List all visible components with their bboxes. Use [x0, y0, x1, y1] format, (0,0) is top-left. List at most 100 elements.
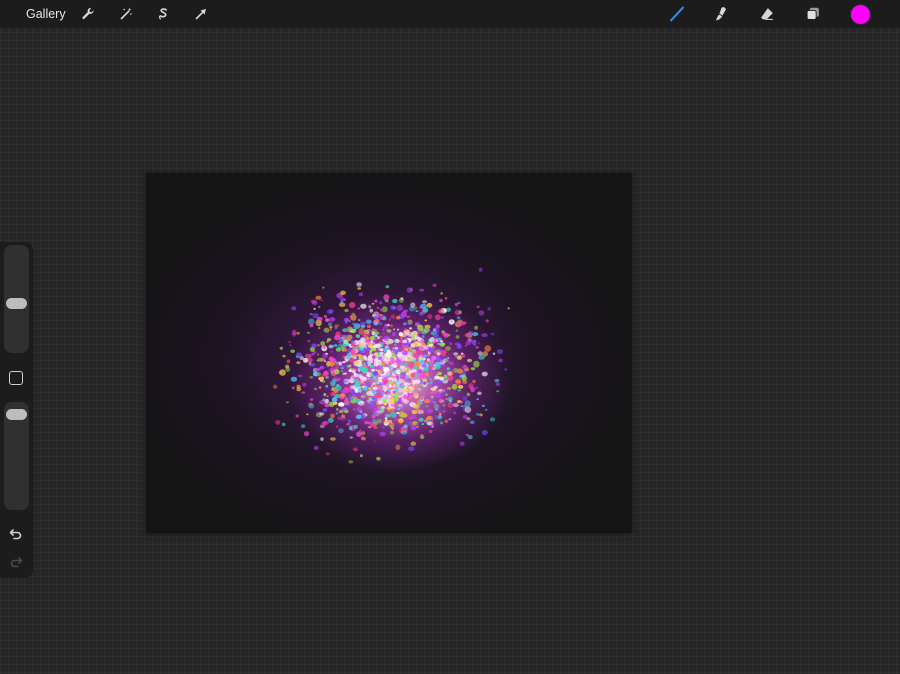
undo-icon[interactable] [8, 526, 24, 542]
glitter-dot [461, 354, 466, 358]
glitter-dot [282, 354, 286, 358]
brush-opacity-slider[interactable] [4, 402, 29, 510]
glitter-dot [309, 376, 314, 379]
glitter-dot [424, 319, 428, 322]
glitter-dot [413, 365, 419, 370]
glitter-dot [338, 377, 341, 381]
glitter-dot [382, 326, 388, 330]
glitter-dot [389, 396, 395, 402]
glitter-dot [453, 411, 456, 415]
glitter-dot [397, 418, 404, 424]
glitter-dot [352, 341, 356, 344]
brush-size-slider[interactable] [4, 245, 29, 353]
glitter-dot [455, 329, 459, 332]
glitter-dot [410, 372, 416, 378]
glitter-dot [331, 387, 335, 391]
glitter-dot [347, 419, 352, 424]
glitter-dot [321, 421, 327, 427]
glitter-dot [383, 294, 390, 301]
glitter-dot [475, 386, 479, 389]
color-swatch[interactable] [850, 4, 871, 25]
glitter-dot [279, 346, 283, 350]
glitter-dot [300, 424, 306, 429]
glitter-dot [392, 298, 398, 304]
glitter-dot [371, 328, 378, 335]
gallery-button[interactable]: Gallery [26, 7, 66, 21]
glitter-dot [400, 406, 403, 409]
glitter-dot [416, 336, 422, 341]
glitter-dot [318, 326, 321, 330]
glitter-dot [428, 347, 435, 354]
glitter-dot [386, 357, 391, 362]
glitter-dot [418, 417, 424, 422]
glitter-dot [376, 389, 384, 396]
glitter-particles [272, 267, 511, 464]
glitter-dot [489, 417, 496, 422]
glitter-dot [330, 413, 335, 419]
eraser-icon[interactable] [757, 4, 777, 24]
glitter-dot [446, 356, 449, 359]
glitter-dot [369, 308, 374, 313]
glitter-dot [328, 417, 334, 423]
glitter-dot [507, 307, 511, 310]
glitter-dot [433, 327, 440, 334]
layers-icon[interactable] [803, 4, 823, 24]
glitter-dot [441, 401, 446, 405]
glitter-dot [376, 381, 380, 385]
glitter-dot [337, 416, 342, 421]
selection-s-icon[interactable] [153, 4, 173, 24]
glitter-dot [272, 384, 278, 389]
glitter-dot [428, 365, 435, 370]
glitter-dot [439, 376, 445, 381]
actions-wrench-icon[interactable] [78, 4, 98, 24]
redo-icon[interactable] [8, 554, 24, 570]
glitter-dot [445, 346, 451, 351]
glitter-dot [351, 355, 356, 359]
glitter-dot [388, 419, 393, 424]
glitter-dot [329, 361, 335, 367]
brush-icon[interactable] [667, 4, 687, 24]
glitter-dot [373, 322, 379, 326]
brush-opacity-thumb[interactable] [6, 408, 27, 420]
glitter-dot [356, 431, 362, 437]
glitter-dot [371, 358, 374, 361]
glitter-dot [431, 425, 435, 428]
glitter-dot [376, 306, 380, 309]
glitter-dot [325, 384, 329, 388]
glitter-dot [291, 306, 297, 311]
glitter-dot [376, 351, 380, 355]
glitter-dot [309, 313, 313, 316]
glitter-dot [329, 317, 336, 322]
glitter-dot [448, 342, 453, 346]
glitter-dot [322, 345, 326, 349]
glitter-dot [373, 361, 379, 367]
glitter-dot [419, 434, 425, 440]
glitter-dot [478, 267, 483, 272]
glitter-dot [363, 350, 366, 353]
glitter-dot [382, 332, 385, 335]
glitter-dot [395, 381, 398, 383]
glitter-dot [478, 310, 485, 316]
transform-arrow-icon[interactable] [191, 4, 211, 24]
glitter-dot [329, 328, 333, 331]
glitter-dot [441, 353, 447, 357]
glitter-dot [396, 412, 400, 414]
glitter-dot [346, 423, 351, 426]
glitter-dot [437, 342, 441, 346]
glitter-dot [386, 349, 391, 354]
adjustments-wand-icon[interactable] [116, 4, 136, 24]
glitter-dot [490, 332, 495, 336]
brush-size-thumb[interactable] [6, 298, 27, 310]
glitter-dot [388, 318, 391, 321]
glitter-dot [369, 349, 373, 353]
glitter-dot [379, 336, 382, 338]
glitter-dot [390, 403, 396, 407]
glitter-dot [440, 421, 443, 425]
smudge-icon[interactable] [711, 4, 731, 24]
drawing-canvas[interactable] [146, 173, 632, 533]
glitter-dot [329, 344, 335, 348]
glitter-dot [438, 337, 442, 340]
glitter-dot [382, 379, 389, 384]
glitter-dot [325, 318, 330, 322]
modify-button[interactable] [9, 371, 23, 385]
